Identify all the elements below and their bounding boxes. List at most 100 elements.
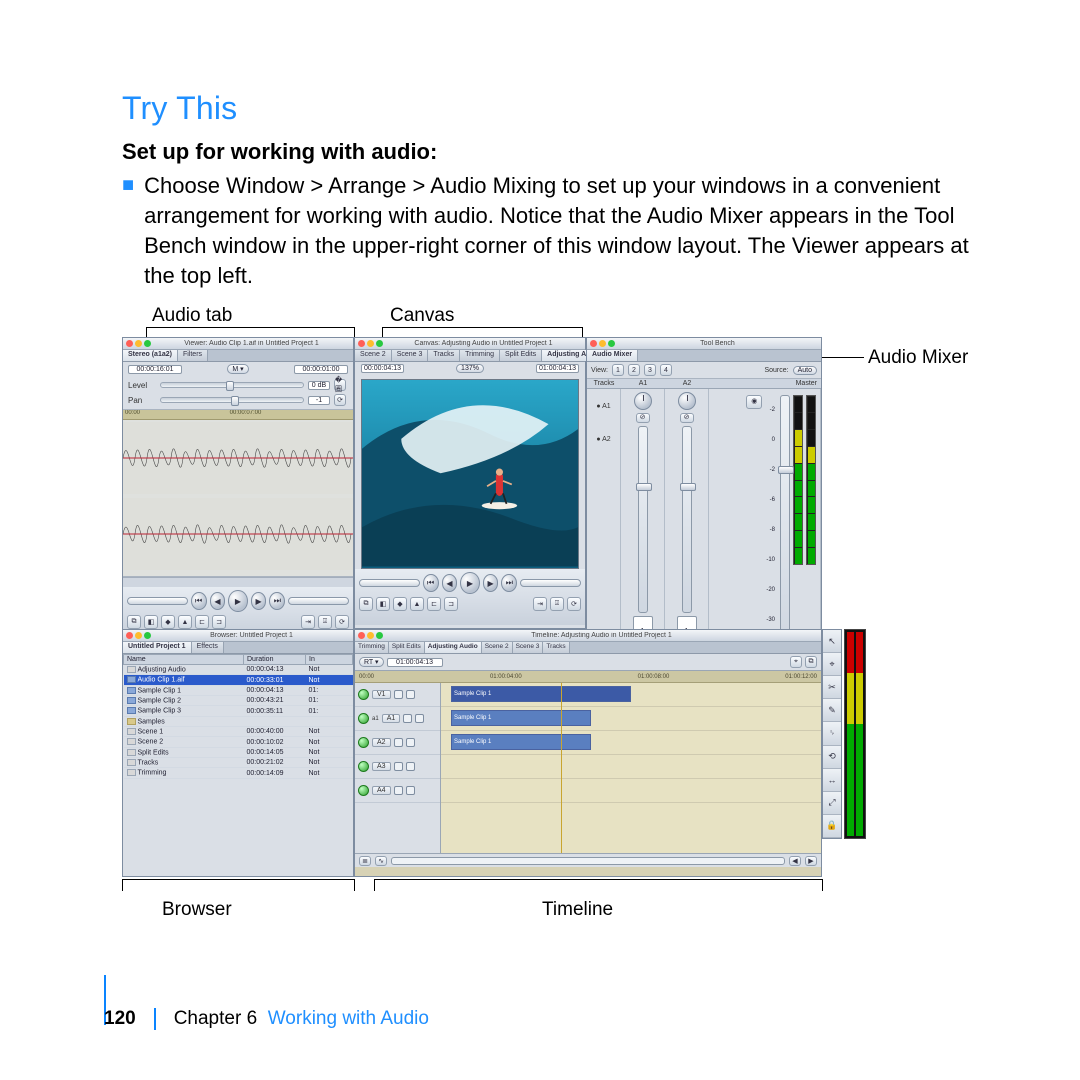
add-keyframe-button[interactable]: ◆ [161,615,175,629]
mark-out-button[interactable]: ⊐ [212,615,226,629]
minimize-icon[interactable] [599,340,606,347]
minimize-icon[interactable] [367,632,374,639]
mixer-tab[interactable]: Audio Mixer [587,350,638,361]
play-button[interactable]: ▶ [460,572,479,594]
tool-button-2[interactable]: ✂ [823,676,841,699]
track-header-a4[interactable]: A4 [355,779,440,803]
mark-clip-button[interactable]: ◧ [144,615,158,629]
replace-button[interactable]: ⟳ [335,615,349,629]
tl-tab-splitedits[interactable]: Split Edits [389,642,425,653]
auto-icon[interactable] [406,738,415,747]
timeline-tabs[interactable]: Trimming Split Edits Adjusting Audio Sce… [355,642,821,654]
mixer-titlebar[interactable]: Tool Bench [587,338,821,350]
timeline-titlebar[interactable]: Timeline: Adjusting Audio in Untitled Pr… [355,630,821,642]
mark-in-button[interactable]: ⊏ [427,597,441,611]
overwrite-button[interactable]: ⍗ [550,597,564,611]
goto-out-button[interactable]: ⏭ [501,574,517,592]
browser-tab-effects[interactable]: Effects [192,642,224,653]
table-row[interactable]: Sample Clip 300:00:35:1101: [124,706,353,716]
step-fwd-button[interactable]: ▶ [483,574,499,592]
viewer-tabs[interactable]: Stereo (a1a2) Filters [123,350,353,362]
tool-button-6[interactable]: ↔ [823,769,841,792]
browser-tab-project[interactable]: Untitled Project 1 [123,642,192,653]
view-3-button[interactable]: 3 [644,364,656,376]
zoom-icon[interactable] [376,632,383,639]
viewer-tab-stereo[interactable]: Stereo (a1a2) [123,350,178,361]
timeline-window[interactable]: Timeline: Adjusting Audio in Untitled Pr… [354,629,822,877]
clip-a2[interactable]: Sample Clip 1 [451,734,591,750]
zoom-icon[interactable] [144,340,151,347]
mark-out-button[interactable]: ⊐ [444,597,458,611]
jog-slider[interactable] [520,579,581,587]
canvas-tc-left[interactable]: 00:00:04:13 [361,364,404,373]
visible-toggle[interactable] [358,689,369,700]
scroll-left-button[interactable]: ◀ [789,856,801,866]
viewer-tc-left[interactable]: 00:00:16:01 [128,365,182,374]
pan-slider[interactable] [160,397,304,403]
table-row[interactable]: Scene 100:00:40:00Not [124,727,353,737]
step-back-button[interactable]: ◀ [442,574,458,592]
tool-button-7[interactable]: ⤢ [823,792,841,815]
playhead[interactable] [561,683,562,853]
tl-tab-adjustingaudio[interactable]: Adjusting Audio [425,642,482,653]
add-marker-button[interactable]: ▲ [178,615,192,629]
pan-value[interactable]: -1 [308,396,330,405]
timeline-ruler[interactable]: 00:00 01:00:04:00 01:00:08:00 01:00:12:0… [355,671,821,683]
audio-mixer-window[interactable]: Tool Bench Audio Mixer View: 1 2 3 4 Sou… [586,337,822,662]
col-in[interactable]: In [306,655,353,665]
record-keyframes-button[interactable]: ◉ [746,395,762,409]
goto-in-button[interactable]: ⏮ [191,592,207,610]
minimize-icon[interactable] [367,340,374,347]
close-icon[interactable] [126,632,133,639]
match-frame-button[interactable]: ⧉ [127,615,141,629]
tool-button-8[interactable]: 🔒 [823,815,841,838]
zoom-icon[interactable] [144,632,151,639]
minimize-icon[interactable] [135,340,142,347]
lock-icon[interactable] [403,714,412,723]
pan-knob-a2[interactable] [678,392,696,410]
auto-icon[interactable] [406,786,415,795]
fader-a2[interactable] [682,426,692,613]
canvas-window[interactable]: Canvas: Adjusting Audio in Untitled Proj… [354,337,586,629]
viewer-fit-button[interactable]: M ▾ [227,364,248,374]
shuttle-slider[interactable] [127,597,188,605]
canvas-video[interactable] [361,379,579,569]
table-row[interactable]: Audio Clip 1.aif00:00:33:01Not [124,675,353,685]
tl-tab-scene2[interactable]: Scene 2 [482,642,513,653]
snap-button[interactable]: ⌖ [790,656,802,668]
insert-button[interactable]: ⇥ [533,597,547,611]
table-row[interactable]: Split Edits00:00:14:05Not [124,747,353,757]
table-row[interactable]: Sample Clip 100:00:04:1301: [124,685,353,695]
close-icon[interactable] [590,340,597,347]
level-slider[interactable] [160,382,304,388]
audible-toggle[interactable] [358,737,369,748]
tool-button-0[interactable]: ↖ [823,630,841,653]
browser-titlebar[interactable]: Browser: Untitled Project 1 [123,630,353,642]
canvas-zoom[interactable]: 137% [456,364,484,373]
auto-icon[interactable] [406,762,415,771]
mixer-channel-a2[interactable]: ⊘ 1 [665,389,709,651]
tl-tab-tracks[interactable]: Tracks [543,642,569,653]
level-reset-button[interactable]: �圈 [334,379,346,391]
table-row[interactable]: Tracks00:00:21:02Not [124,758,353,768]
lock-icon[interactable] [394,738,403,747]
link-button[interactable]: ⧉ [805,656,817,668]
audible-toggle[interactable] [358,785,369,796]
table-row[interactable]: Samples [124,716,353,726]
tl-tab-trimming[interactable]: Trimming [355,642,389,653]
tl-tab-scene3[interactable]: Scene 3 [513,642,544,653]
browser-window[interactable]: Browser: Untitled Project 1 Untitled Pro… [122,629,354,877]
canvas-titlebar[interactable]: Canvas: Adjusting Audio in Untitled Proj… [355,338,585,350]
canvas-tc-right[interactable]: 01:00:04:13 [536,364,579,373]
view-4-button[interactable]: 4 [660,364,672,376]
browser-table[interactable]: Name Duration In Adjusting Audio00:00:04… [123,654,353,779]
view-1-button[interactable]: 1 [612,364,624,376]
timeline-lanes[interactable]: Sample Clip 1 Sample Clip 1 Sample Clip … [441,683,821,853]
table-row[interactable]: Trimming00:00:14:09Not [124,768,353,778]
table-row[interactable]: Adjusting Audio00:00:04:13Not [124,665,353,675]
canvas-tabs[interactable]: Scene 2 Scene 3 Tracks Trimming Split Ed… [355,350,585,362]
overwrite-button[interactable]: ⍗ [318,615,332,629]
replace-button[interactable]: ⟳ [567,597,581,611]
tab-scene3[interactable]: Scene 3 [392,350,429,361]
clip-v1[interactable]: Sample Clip 1 [451,686,631,702]
